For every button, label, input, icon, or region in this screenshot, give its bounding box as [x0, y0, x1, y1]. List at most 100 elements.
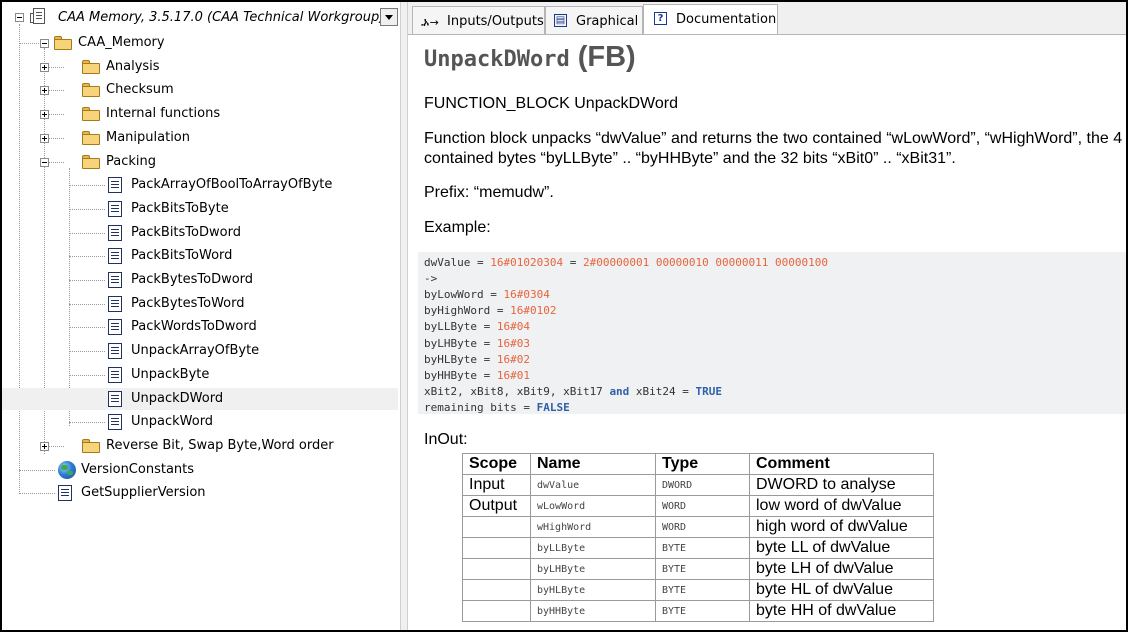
tree-item-pou[interactable]: PackBytesToDword: [2, 269, 398, 291]
document-icon: [108, 201, 122, 217]
collapse-icon[interactable]: [40, 158, 49, 167]
tree-item-pou[interactable]: UnpackWord: [2, 411, 398, 433]
tree-item-label: VersionConstants: [81, 462, 195, 477]
tree-item-folder[interactable]: Packing: [2, 151, 398, 173]
code-literal: 16#01: [496, 368, 530, 382]
column-header: Name: [530, 453, 656, 475]
code-literal: 16#02: [496, 352, 530, 366]
tree-item-pou[interactable]: UnpackDWord: [2, 388, 398, 410]
description-line-2: contained bytes “byLLByte” .. “byHHByte”…: [424, 150, 956, 167]
tree-item-folder[interactable]: Reverse Bit, Swap Byte,Word order: [2, 435, 398, 457]
io-icon: ⶊ→: [421, 16, 439, 29]
code-line: byHHByte = 16#01: [424, 369, 530, 382]
code-text: dwValue =: [424, 256, 491, 269]
expand-icon[interactable]: [40, 442, 49, 451]
tree-item-folder[interactable]: Internal functions: [2, 103, 398, 125]
comment-cell: byte LL of dwValue: [749, 537, 934, 559]
code-keyword: FALSE: [536, 400, 570, 414]
document-icon: [58, 485, 72, 501]
document-icon: [108, 319, 122, 335]
tree-item-get-supplier-version[interactable]: GetSupplierVersion: [2, 482, 398, 504]
scope-cell: [462, 516, 531, 538]
library-dropdown-button[interactable]: [380, 8, 398, 26]
code-line: dwValue = 16#01020304 = 2#00000001 00000…: [424, 256, 828, 269]
tree-item-folder[interactable]: Checksum: [2, 79, 398, 101]
tree-item-pou[interactable]: UnpackByte: [2, 364, 398, 386]
tree-item-pou[interactable]: PackBytesToWord: [2, 293, 398, 315]
pou-kind: (FB): [577, 41, 636, 73]
name-cell: wLowWord: [530, 495, 656, 517]
comment-cell: byte HH of dwValue: [749, 600, 934, 622]
column-header: Scope: [462, 453, 531, 475]
tab-graphical[interactable]: ▤ Graphical: [545, 6, 643, 34]
code-keyword: and: [609, 384, 630, 398]
scope-cell: [462, 579, 531, 601]
name-cell: wHighWord: [530, 516, 656, 538]
code-text: byHighWord =: [424, 304, 511, 318]
expand-icon[interactable]: [40, 110, 49, 119]
document-icon: [108, 343, 122, 359]
collapse-icon[interactable]: [15, 13, 24, 22]
tree-item-folder[interactable]: Manipulation: [2, 127, 398, 149]
tree-item-pou[interactable]: PackArrayOfBoolToArrayOfByte: [2, 174, 398, 196]
tree-item-caa-memory[interactable]: CAA_Memory: [2, 32, 398, 54]
comment-cell: low word of dwValue: [749, 495, 934, 517]
expand-icon[interactable]: [40, 134, 49, 143]
folder-icon: [54, 36, 72, 50]
expand-icon[interactable]: [40, 86, 49, 95]
tree-item-pou[interactable]: PackBitsToByte: [2, 198, 398, 220]
document-icon: [108, 177, 122, 193]
tree-item-label: Checksum: [106, 82, 174, 97]
type-cell: WORD: [655, 516, 750, 538]
tree-item-pou[interactable]: PackBitsToDword: [2, 222, 398, 244]
code-literal: 16#04: [496, 320, 530, 334]
tree-item-label: Manipulation: [106, 130, 191, 145]
collapse-icon[interactable]: [40, 39, 49, 48]
type-cell: BYTE: [655, 537, 750, 559]
folder-icon: [82, 83, 100, 97]
code-line: xBit2, xBit8, xBit9, xBit17 and xBit24 =…: [424, 385, 722, 398]
tab-inputs-outputs[interactable]: ⶊ→ Inputs/Outputs: [412, 6, 545, 34]
scope-cell: Input: [462, 474, 531, 496]
tree-item-pou[interactable]: UnpackArrayOfByte: [2, 340, 398, 362]
pane-splitter[interactable]: [400, 2, 408, 630]
tree-item-pou[interactable]: PackWordsToDword: [2, 316, 398, 338]
tab-label: Documentation: [676, 12, 777, 27]
page-title: UnpackDWord (FB): [424, 41, 636, 74]
document-icon: [108, 248, 122, 264]
scope-cell: [462, 558, 531, 580]
code-line: remaining bits = FALSE: [424, 401, 570, 414]
table-row: byHHByte BYTE byte HH of dwValue: [462, 600, 934, 622]
tree-item-version-constants[interactable]: VersionConstants: [2, 459, 398, 481]
tree-item-folder[interactable]: Analysis: [2, 56, 398, 78]
type-cell: BYTE: [655, 579, 750, 601]
scope-cell: [462, 537, 531, 559]
code-literal: 2#00000001 00000010 00000011 00000100: [582, 256, 829, 269]
code-line: byHighWord = 16#0102: [424, 304, 556, 317]
scope-cell: [462, 600, 531, 622]
tree-item-label: GetSupplierVersion: [81, 485, 206, 500]
tree-item-label: UnpackWord: [131, 414, 214, 429]
prefix-text: Prefix: “memudw”.: [424, 184, 554, 201]
document-icon: [108, 272, 122, 288]
tree-item-label: Packing: [106, 154, 157, 169]
inout-table: Scope Name Type Comment Input dwValue DWOR…: [462, 453, 934, 622]
library-selector[interactable]: CAA Memory, 3.5.17.0 (CAA Technical Work…: [2, 2, 400, 34]
comment-cell: byte LH of dwValue: [749, 558, 934, 580]
code-text: byLowWord =: [424, 288, 504, 302]
expand-icon[interactable]: [40, 63, 49, 72]
tab-documentation[interactable]: ? Documentation: [643, 4, 778, 34]
document-icon: [108, 367, 122, 383]
folder-icon: [82, 155, 100, 169]
tree-item-label: PackBitsToWord: [131, 248, 233, 263]
code-line: byLowWord = 16#0304: [424, 288, 550, 301]
description-line-1: Function block unpacks “dwValue” and ret…: [424, 130, 1123, 147]
tree-item-pou[interactable]: PackBitsToWord: [2, 245, 398, 267]
code-literal: 16#01020304: [490, 256, 564, 269]
table-row: byLLByte BYTE byte LL of dwValue: [462, 537, 934, 559]
column-header: Comment: [749, 453, 934, 475]
name-cell: dwValue: [530, 474, 656, 496]
comment-cell: byte HL of dwValue: [749, 579, 934, 601]
code-keyword: TRUE: [695, 384, 723, 398]
type-cell: BYTE: [655, 558, 750, 580]
